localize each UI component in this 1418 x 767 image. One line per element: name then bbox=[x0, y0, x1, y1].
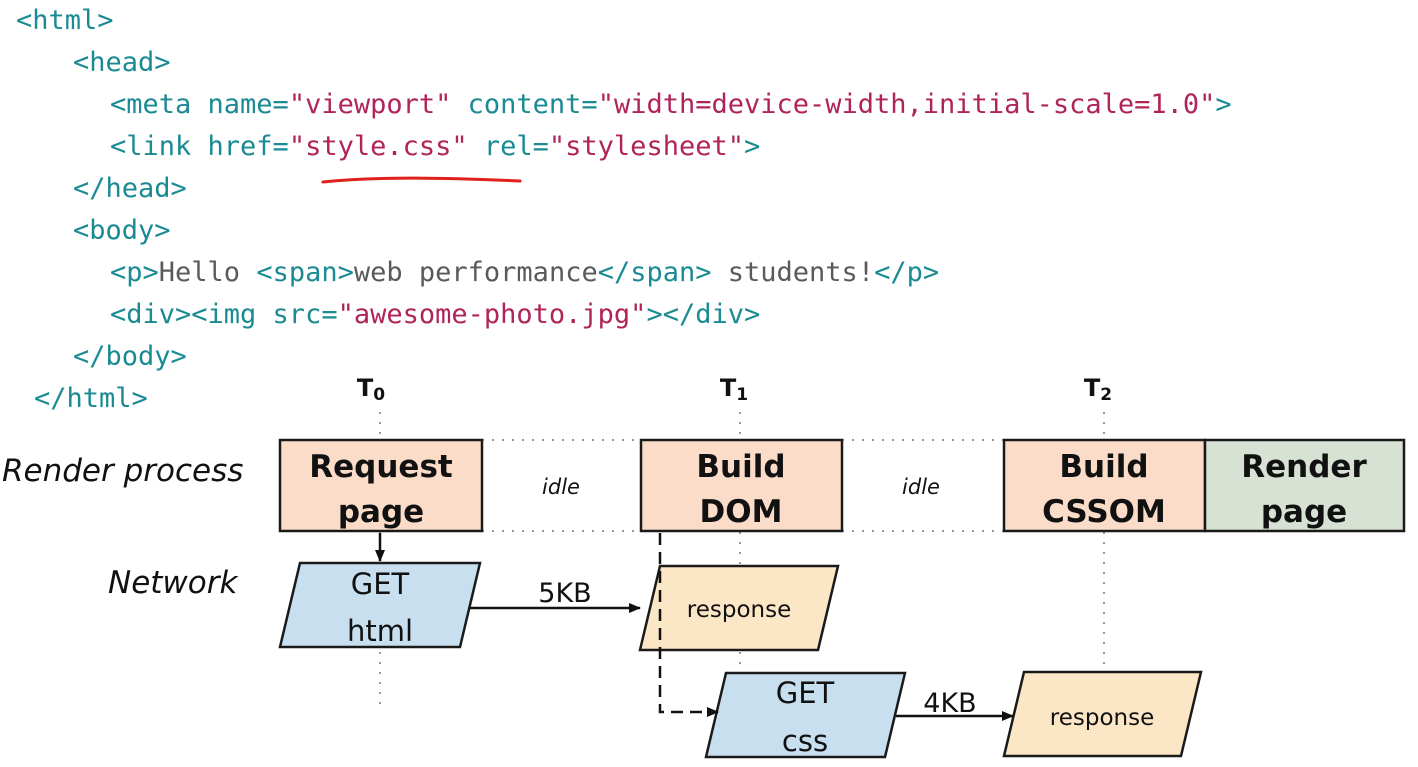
render-box-render-page: Render page bbox=[1203, 438, 1406, 533]
underline-annotation bbox=[321, 176, 522, 184]
timeline-diagram: T0 T1 T2 Render process Network Request … bbox=[2, 176, 1406, 759]
svg-text:response: response bbox=[1050, 705, 1154, 731]
svg-text:page: page bbox=[338, 494, 424, 530]
network-get-html: GET html bbox=[278, 561, 482, 649]
svg-text:DOM: DOM bbox=[700, 494, 783, 530]
render-box-build-dom: Build DOM bbox=[639, 438, 844, 533]
render-box-request-page: Request page bbox=[278, 438, 484, 533]
svg-text:GET: GET bbox=[351, 567, 410, 601]
render-box-build-cssom: Build CSSOM bbox=[1002, 438, 1207, 533]
network-response-html: response bbox=[638, 564, 840, 652]
idle-label: idle bbox=[902, 475, 940, 499]
svg-text:html: html bbox=[347, 614, 413, 648]
time-label-t0: T0 bbox=[357, 374, 385, 405]
row-label-render-process: Render process bbox=[2, 453, 243, 489]
network-response-css: response bbox=[1002, 670, 1203, 758]
time-label-t2: T2 bbox=[1084, 374, 1112, 405]
row-label-network: Network bbox=[108, 565, 238, 601]
svg-text:response: response bbox=[687, 597, 791, 623]
svg-text:Build: Build bbox=[1059, 449, 1148, 485]
svg-text:Render: Render bbox=[1241, 449, 1367, 485]
svg-text:css: css bbox=[782, 724, 828, 758]
svg-text:GET: GET bbox=[776, 676, 835, 710]
network-get-css: GET css bbox=[704, 671, 907, 759]
size-label-html: 5KB bbox=[538, 578, 591, 609]
idle-label: idle bbox=[542, 475, 580, 499]
svg-text:page: page bbox=[1261, 494, 1347, 530]
svg-text:CSSOM: CSSOM bbox=[1042, 494, 1166, 530]
time-label-t1: T1 bbox=[720, 374, 748, 405]
svg-text:Build: Build bbox=[696, 449, 785, 485]
size-label-css: 4KB bbox=[923, 688, 976, 719]
svg-text:Request: Request bbox=[309, 449, 453, 485]
